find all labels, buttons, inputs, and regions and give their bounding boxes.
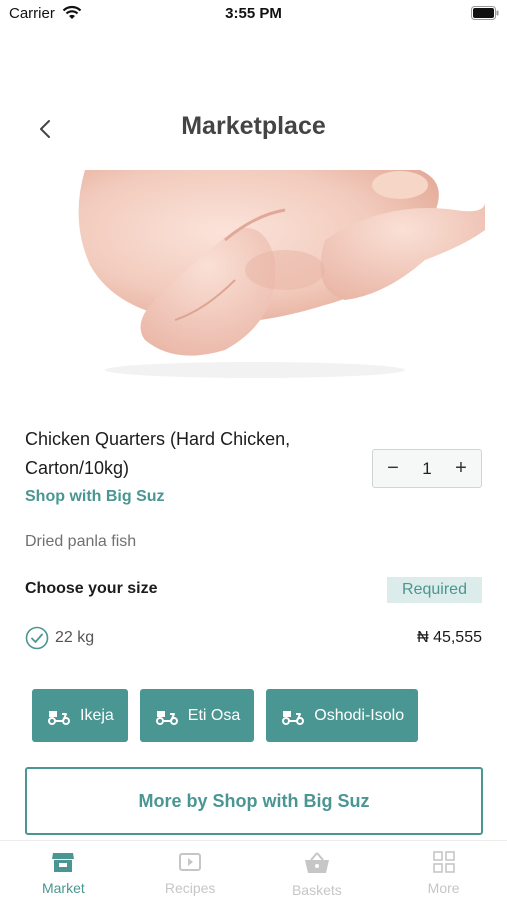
size-price: ₦ 45,555: [417, 629, 482, 646]
product-image: [25, 170, 485, 390]
location-label: Eti Osa: [187, 706, 241, 724]
nav-header: Marketplace: [0, 100, 507, 160]
delivery-scooter-icon: [282, 710, 305, 725]
delivery-locations: Ikeja Eti Osa Oshodi-Isolo: [32, 689, 430, 742]
tab-more[interactable]: More: [380, 841, 507, 900]
grid-icon: [432, 851, 455, 873]
video-icon: [179, 853, 202, 871]
tab-market[interactable]: Market: [0, 841, 127, 900]
shop-link[interactable]: Shop with Big Suz: [25, 488, 165, 506]
tab-baskets[interactable]: Baskets: [254, 841, 381, 900]
product-description: Dried panla fish: [25, 533, 137, 550]
store-icon: [52, 853, 75, 872]
check-circle-icon: [25, 626, 49, 650]
quantity-value: 1: [422, 458, 432, 478]
more-by-shop-button[interactable]: More by Shop with Big Suz: [25, 767, 483, 835]
increment-button[interactable]: +: [451, 457, 471, 480]
tab-bar: Market Recipes Baskets More: [0, 840, 507, 900]
size-weight: 22 kg: [55, 629, 95, 646]
delivery-scooter-icon: [155, 710, 178, 725]
marketplace-screen: Carrier 3:55 PM Marketplace Chicken Quar…: [0, 0, 507, 900]
tab-label: Market: [41, 880, 85, 896]
size-section-label: Choose your size: [25, 580, 158, 597]
product-name: Chicken Quarters (Hard Chicken, Carton/1…: [25, 429, 291, 478]
raw-chicken-image: [25, 170, 485, 390]
battery-icon: [471, 6, 499, 20]
basket-icon: [304, 852, 329, 873]
tab-label: Recipes: [164, 880, 216, 896]
size-option[interactable]: 22 kg: [25, 626, 94, 650]
tab-recipes[interactable]: Recipes: [127, 841, 254, 900]
tab-label: More: [427, 880, 460, 896]
location-button-ikeja[interactable]: Ikeja: [32, 689, 128, 742]
clock: 3:55 PM: [225, 5, 282, 22]
status-bar: Carrier 3:55 PM: [0, 0, 507, 30]
location-label: Oshodi-Isolo: [314, 706, 405, 724]
decrement-button[interactable]: −: [383, 457, 403, 480]
required-badge: Required: [387, 577, 482, 603]
page-title: Marketplace: [181, 112, 326, 140]
location-label: Ikeja: [80, 706, 114, 724]
tab-label: Baskets: [291, 882, 342, 898]
quantity-stepper: − 1 +: [372, 449, 482, 488]
location-button-eti-osa[interactable]: Eti Osa: [139, 689, 255, 742]
delivery-scooter-icon: [48, 710, 70, 725]
location-button-oshodi-isolo[interactable]: Oshodi-Isolo: [266, 689, 419, 742]
